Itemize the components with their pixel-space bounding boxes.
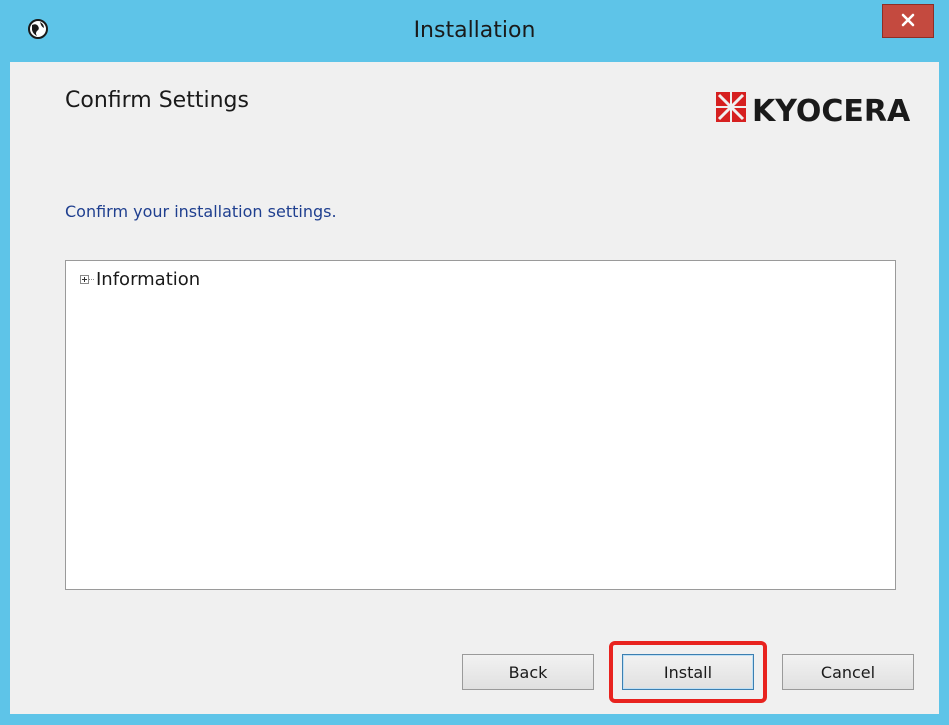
install-button[interactable]: Install [622,654,754,690]
logo-text: KYOCERA [752,94,911,129]
tree-item-label: Information [96,269,201,290]
installer-window: Installation Confirm Settings KYOCERA Co… [0,0,949,725]
settings-tree[interactable]: Information [65,260,896,590]
cancel-button[interactable]: Cancel [782,654,914,690]
expand-plus-icon[interactable] [80,275,89,284]
page-title: Confirm Settings [65,88,249,113]
kyocera-logo: KYOCERA [716,86,916,130]
tree-connector [89,279,94,280]
back-button[interactable]: Back [462,654,594,690]
close-button[interactable] [882,4,934,38]
dialog-body: Confirm Settings KYOCERA Confirm your in… [10,62,939,714]
close-icon [901,12,915,31]
window-title: Installation [413,18,536,43]
instruction-text: Confirm your installation settings. [65,202,337,221]
tree-item-information[interactable]: Information [80,269,200,290]
title-bar[interactable]: Installation [0,0,949,62]
